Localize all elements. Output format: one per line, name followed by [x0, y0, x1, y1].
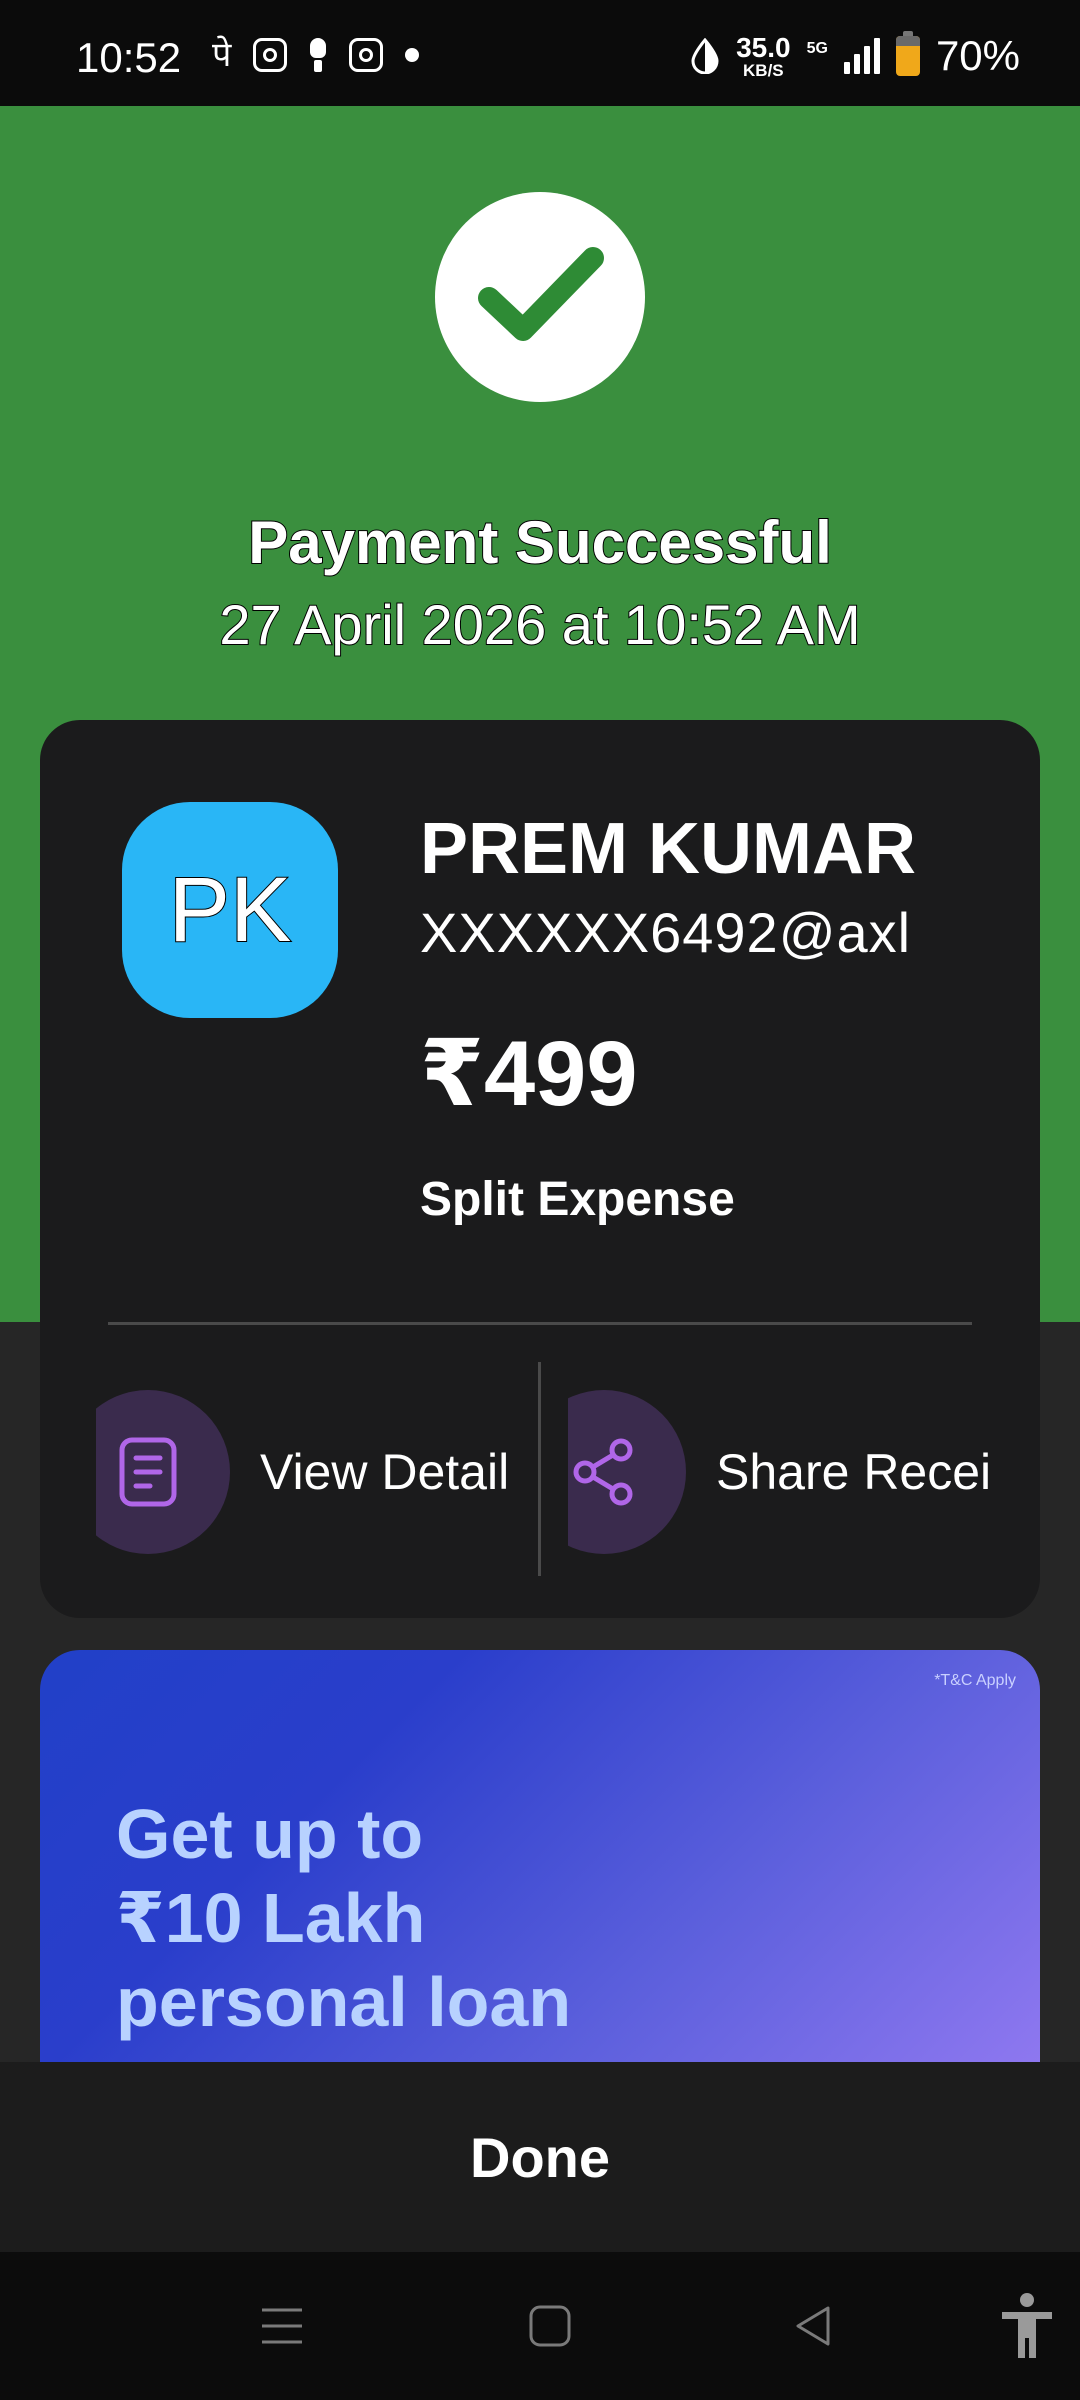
view-details-label: View Detail: [260, 1444, 510, 1500]
payment-note: Split Expense: [420, 1173, 735, 1226]
network-speed: 35.0 KB/S: [736, 31, 791, 80]
terms-note: *T&C Apply: [934, 1672, 1016, 1689]
card-divider: [108, 1322, 972, 1325]
back-icon[interactable]: [782, 2294, 846, 2358]
promo-headline: Get up to ₹10 Lakh personal loan: [116, 1792, 571, 2044]
data-saver-icon: [690, 37, 720, 75]
phonepe-notification-icon: पे: [212, 36, 232, 74]
status-bar: 10:52 पे 35.0 KB/S 5G 70%: [0, 0, 1080, 106]
promo-line-3: personal loan: [116, 1963, 572, 2041]
system-icons: 35.0 KB/S 5G 70%: [690, 31, 1020, 80]
payment-datetime: 27 April 2026 at 10:52 AM: [218, 592, 861, 657]
status-time: 10:52: [76, 34, 182, 81]
battery-icon: [895, 31, 920, 76]
payee-avatar: PK: [122, 802, 338, 1018]
payment-amount: ₹499: [420, 1023, 638, 1125]
check-icon: [478, 247, 604, 341]
network-type: 5G: [806, 40, 828, 57]
battery-percent: 70%: [935, 32, 1020, 79]
payee-name: PREM KUMAR: [420, 809, 916, 889]
promo-line-2: ₹10 Lakh: [116, 1879, 426, 1957]
signal-icon: [843, 38, 880, 74]
instagram-notification-icon: [253, 38, 288, 72]
actions-divider: [538, 1362, 541, 1576]
share-receipt-icon-circle: [568, 1390, 686, 1554]
success-check-badge: [435, 192, 645, 402]
done-bar: Done: [0, 2062, 1080, 2252]
payee-upi-id: XXXXXX6492@axl: [420, 901, 912, 964]
payee-initials: PK: [168, 858, 293, 962]
view-details-icon-circle: [96, 1390, 230, 1554]
personal-loan-banner[interactable]: *T&C Apply Get up to ₹10 Lakh personal l…: [40, 1650, 1040, 2070]
network-speed-value: 35.0: [736, 31, 791, 63]
share-icon: [573, 1438, 633, 1506]
bulb-notification-icon: [309, 38, 327, 72]
done-button[interactable]: Done: [470, 2125, 610, 2190]
accessibility-icon[interactable]: [995, 2293, 1059, 2358]
network-speed-unit: KB/S: [743, 60, 784, 80]
payment-status-title: Payment Successful: [247, 508, 833, 577]
payment-details-card: PK PREM KUMAR XXXXXX6492@axl ₹499 Split …: [40, 720, 1040, 1618]
share-receipt-button[interactable]: Share Recei: [568, 1390, 1018, 1554]
home-icon[interactable]: [518, 2294, 582, 2358]
view-details-button[interactable]: View Detail: [96, 1390, 536, 1554]
document-icon: [119, 1437, 177, 1507]
system-navigation-bar: [0, 2252, 1080, 2400]
notification-icons: पे: [212, 36, 420, 74]
share-receipt-label: Share Recei: [716, 1444, 992, 1500]
promo-line-1: Get up to: [116, 1795, 424, 1873]
instagram-notification-icon-2: [349, 38, 384, 72]
more-notifications-dot-icon: [405, 48, 420, 62]
menu-icon[interactable]: [250, 2294, 314, 2358]
